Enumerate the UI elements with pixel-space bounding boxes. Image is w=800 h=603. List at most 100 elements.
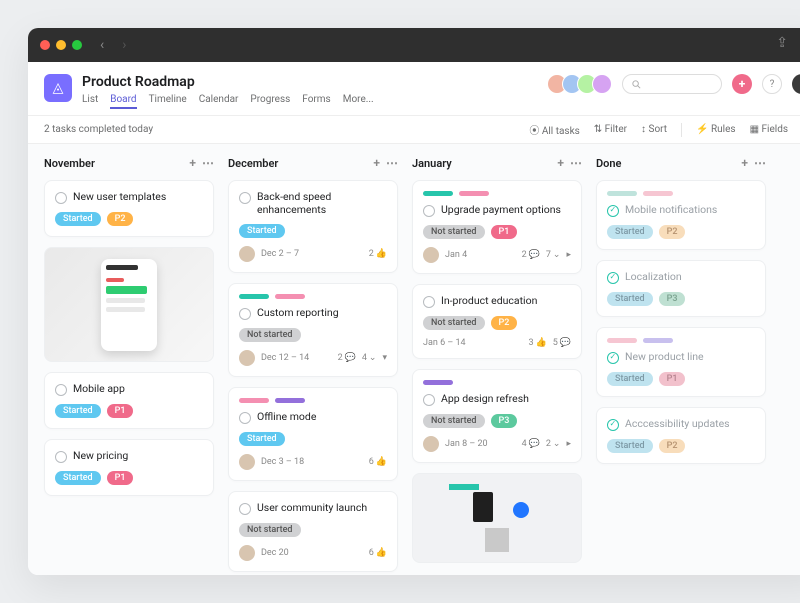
likes-count: 6 👍 (369, 457, 387, 467)
add-task-icon[interactable]: + (557, 156, 564, 170)
tag-indicator (607, 338, 637, 343)
due-date: Jan 6 – 14 (423, 338, 466, 348)
task-card[interactable]: New user templates StartedP2 (44, 180, 214, 237)
tag-indicator (239, 294, 269, 299)
column-menu-icon[interactable]: ⋯ (570, 156, 582, 170)
complete-check-icon[interactable] (55, 192, 67, 204)
tab-forms[interactable]: Forms (302, 94, 330, 109)
task-card[interactable]: Mobile notifications StartedP2 (596, 180, 766, 250)
task-card[interactable]: Back-end speed enhancements Started Dec … (228, 180, 398, 273)
complete-check-icon[interactable] (423, 394, 435, 406)
chevron-right-icon[interactable]: ▸ (566, 439, 571, 449)
complete-check-icon[interactable] (607, 272, 619, 284)
tag-indicator (423, 380, 453, 385)
due-date: Jan 4 (445, 250, 467, 260)
task-title: New user templates (73, 191, 166, 204)
status-pill: Started (607, 292, 653, 306)
task-card[interactable]: Offline mode Started Dec 3 – 186 👍 (228, 387, 398, 481)
add-task-icon[interactable]: + (189, 156, 196, 170)
tab-board[interactable]: Board (110, 94, 136, 109)
likes-count: 3 👍 (528, 338, 546, 348)
due-date: Dec 20 (261, 548, 289, 558)
fields-button[interactable]: ▦ Fields (750, 124, 788, 135)
task-card-image[interactable] (44, 247, 214, 362)
sort-button[interactable]: ↕ Sort (641, 124, 667, 135)
filter-button[interactable]: ⇅ Filter (594, 124, 627, 135)
task-card[interactable]: App design refresh Not startedP3 Jan 8 –… (412, 369, 582, 463)
task-card[interactable]: New pricing StartedP1 (44, 439, 214, 496)
add-task-icon[interactable]: + (741, 156, 748, 170)
task-card[interactable]: Localization StartedP3 (596, 260, 766, 317)
complete-check-icon[interactable] (239, 503, 251, 515)
column-january: January +⋯ Upgrade payment options Not s… (412, 156, 582, 563)
complete-check-icon[interactable] (607, 352, 619, 364)
task-card[interactable]: Mobile app StartedP1 (44, 372, 214, 429)
column-menu-icon[interactable]: ⋯ (386, 156, 398, 170)
task-title: User community launch (257, 502, 367, 515)
priority-pill: P1 (491, 225, 518, 239)
member-avatars[interactable] (547, 74, 612, 94)
share-icon[interactable]: ⇪ (776, 35, 788, 55)
complete-check-icon[interactable] (423, 205, 435, 217)
column-menu-icon[interactable]: ⋯ (754, 156, 766, 170)
nav-forward-icon[interactable]: › (122, 37, 126, 53)
complete-check-icon[interactable] (607, 419, 619, 431)
search-icon (631, 79, 642, 90)
task-card[interactable]: In-product education Not startedP2 Jan 6… (412, 284, 582, 359)
complete-check-icon[interactable] (55, 451, 67, 463)
chevron-right-icon[interactable]: ▸ (566, 250, 571, 260)
likes-count: 2 👍 (369, 249, 387, 259)
complete-check-icon[interactable] (239, 308, 251, 320)
column-title: November (44, 157, 95, 170)
rules-button[interactable]: ⚡ Rules (696, 124, 736, 135)
task-card[interactable]: Acccessibility updates StartedP2 (596, 407, 766, 464)
complete-check-icon[interactable] (607, 205, 619, 217)
task-title: Custom reporting (257, 307, 339, 320)
complete-check-icon[interactable] (239, 412, 251, 424)
tab-more[interactable]: More... (343, 94, 374, 109)
project-header: ◬ Product Roadmap List Board Timeline Ca… (28, 62, 800, 116)
complete-check-icon[interactable] (423, 296, 435, 308)
priority-pill: P2 (659, 225, 686, 239)
minimize-window[interactable] (56, 40, 66, 50)
kanban-board: November +⋯ New user templates StartedP2… (28, 144, 800, 575)
chevron-down-icon[interactable]: ▾ (382, 353, 387, 363)
add-button[interactable]: + (732, 74, 752, 94)
help-button[interactable]: ? (762, 74, 782, 94)
tab-list[interactable]: List (82, 94, 98, 109)
nav-back-icon[interactable]: ‹ (100, 37, 104, 53)
assignee-avatar (239, 350, 255, 366)
column-done: Done +⋯ Mobile notifications StartedP2 L… (596, 156, 766, 563)
filter-all-tasks[interactable]: ⦿ All tasks (529, 122, 579, 137)
task-title: Upgrade payment options (441, 204, 561, 217)
complete-check-icon[interactable] (55, 384, 67, 396)
separator (681, 123, 682, 137)
add-task-icon[interactable]: + (373, 156, 380, 170)
task-card-image[interactable] (412, 473, 582, 563)
task-card[interactable]: Custom reporting Not started Dec 12 – 14… (228, 283, 398, 377)
tab-timeline[interactable]: Timeline (149, 94, 187, 109)
priority-pill: P1 (659, 372, 686, 386)
search-input[interactable] (622, 74, 722, 94)
due-date: Jan 8 – 20 (445, 439, 488, 449)
due-date: Dec 3 – 18 (261, 457, 304, 467)
avatar[interactable] (592, 74, 612, 94)
tag-indicator (275, 294, 305, 299)
status-pill: Not started (423, 225, 485, 239)
comments-count: 2 💬 (338, 353, 356, 363)
app-window: ‹ › ⇪ ＋ ◬ Product Roadmap List Board Tim… (28, 28, 800, 575)
current-user-avatar[interactable] (792, 74, 800, 94)
comments-count: 5 💬 (553, 338, 571, 348)
maximize-window[interactable] (72, 40, 82, 50)
tab-progress[interactable]: Progress (250, 94, 290, 109)
task-title: Mobile notifications (625, 204, 717, 217)
subtasks-count: 2 ⌄ (546, 439, 561, 449)
task-title: New product line (625, 351, 704, 364)
column-menu-icon[interactable]: ⋯ (202, 156, 214, 170)
task-card[interactable]: Upgrade payment options Not started P1 Ja… (412, 180, 582, 274)
task-card[interactable]: New product line StartedP1 (596, 327, 766, 397)
complete-check-icon[interactable] (239, 192, 251, 204)
task-card[interactable]: User community launch Not started Dec 20… (228, 491, 398, 572)
tab-calendar[interactable]: Calendar (199, 94, 239, 109)
close-window[interactable] (40, 40, 50, 50)
